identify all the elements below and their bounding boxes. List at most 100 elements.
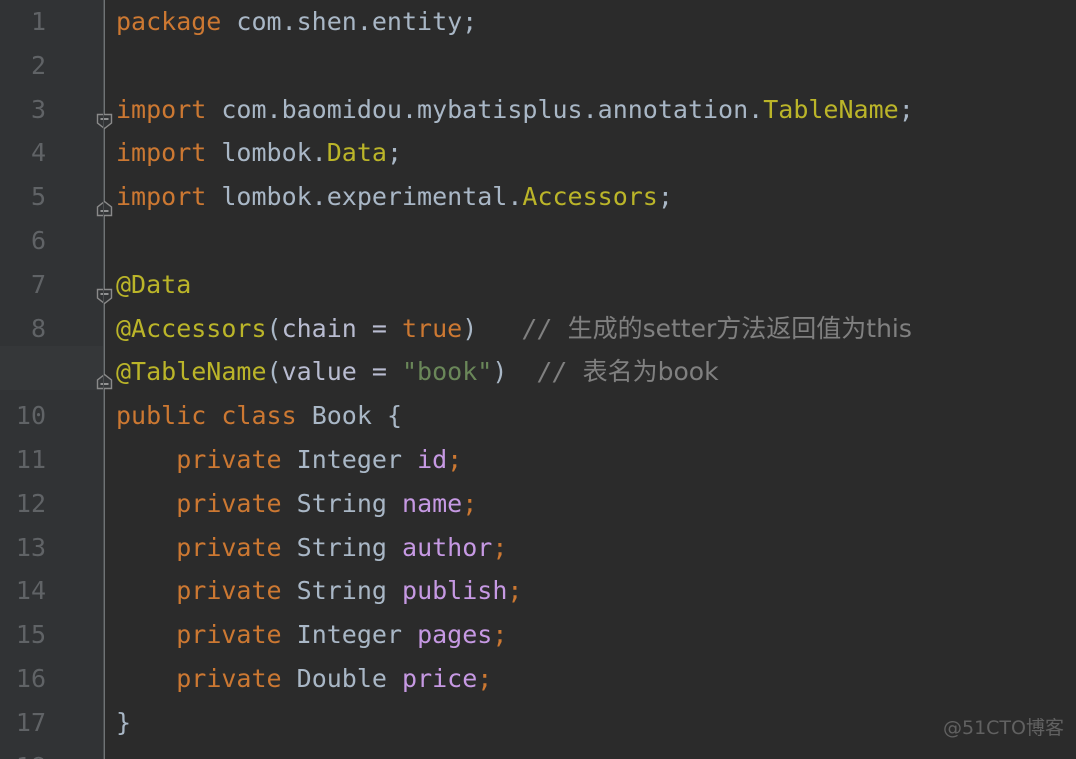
minus-square-pointed-up-icon [96,373,113,390]
token-gap [507,357,537,386]
fold-marker-line5[interactable] [96,187,113,217]
minus-square-pointed-up-icon [96,200,113,217]
token-type: Integer [296,620,402,650]
token-annotation-type: Accessors [522,182,658,212]
token-gap [477,314,522,343]
line-number-3: 3 [30,94,46,124]
token-import-path: com.baomidou.mybatisplus.annotation. [206,94,764,124]
code-line-4: import lombok.Data; [116,131,402,175]
token-paren-open: ( [266,357,282,387]
token-comment-text: 生成的setter方法返回值为this [567,313,912,343]
token-semicolon: ; [386,138,403,168]
fold-marker-line7[interactable] [96,275,113,305]
token-keyword-private: private [176,445,282,474]
line-number-6: 6 [30,226,46,255]
line-number-5: 5 [30,182,46,212]
token-keyword-public: public [116,401,207,431]
fold-marker-line9[interactable] [96,360,113,390]
token-keyword-private: private [176,620,282,650]
line-number-1: 1 [30,7,46,36]
token-semicolon: ; [477,664,493,693]
line-number-12: 12 [15,488,46,518]
line-number-18: 18 [0,745,46,759]
code-line-12: private String name; [116,482,477,526]
token-field-name: name [402,488,463,518]
token-semicolon: ; [898,94,914,124]
token-boolean-true: true [402,313,463,343]
token-keyword: import [116,138,207,168]
token-annotation-data: @Data [116,269,192,299]
token-semicolon: ; [657,182,673,212]
code-line-15: private Integer pages; [116,613,507,657]
code-line-5: import lombok.experimental.Accessors; [116,175,673,219]
token-type: String [296,576,387,606]
token-import-path: lombok. [206,138,327,168]
token-field-name: publish [402,576,508,606]
line-number-11: 11 [15,445,46,474]
token-paren-close: ) [492,357,508,387]
token-parameter-chain: chain [281,313,357,343]
code-folding-column[interactable] [96,0,120,759]
token-semicolon: ; [507,576,523,606]
token-type: Integer [296,445,402,474]
token-comment-slashes: // [537,357,583,387]
token-semicolon: ; [447,445,463,474]
token-annotation-tablename: @TableName [116,357,267,387]
line-number-14: 14 [15,576,46,606]
token-keyword-private: private [176,664,282,693]
token-import-path: lombok.experimental. [206,182,523,212]
token-type: String [296,532,387,562]
fold-marker-line3[interactable] [96,100,113,130]
token-field-name: price [402,664,478,693]
token-annotation-type: Data [326,138,387,168]
token-keyword-private: private [176,576,282,606]
code-line-9: @TableName(value = "book") // 表名为book [116,350,719,394]
code-editor[interactable]: 1 2 3 4 5 6 7 8 9 10 11 12 13 14 15 16 1… [0,0,1076,759]
token-brace-open: { [371,401,403,431]
token-semicolon: ; [462,488,478,518]
gutter-separator [103,0,104,759]
token-type: Double [296,664,387,693]
token-paren-open: ( [266,313,282,343]
editor-gutter[interactable]: 1 2 3 4 5 6 7 8 9 10 11 12 13 14 15 16 1… [0,0,104,759]
token-annotation-type: TableName [763,94,899,124]
line-number-13: 13 [15,532,46,562]
line-number-4: 4 [30,138,46,168]
token-comment-text: 表名为book [582,357,719,387]
token-string-book: "book" [402,357,493,387]
token-field-name: pages [417,620,493,650]
code-content[interactable]: package com.shen.entity; import com.baom… [104,0,1076,759]
code-line-3: import com.baomidou.mybatisplus.annotati… [116,88,914,132]
token-field-name: author [402,532,493,562]
code-line-8: @Accessors(chain = true) // 生成的setter方法返… [116,307,912,351]
line-number-16: 16 [15,664,46,693]
token-class-name: Book [311,401,372,431]
token-keyword: import [116,182,207,212]
token-keyword: package [116,7,222,36]
code-line-16: private Double price; [116,657,492,701]
code-line-10: public class Book { [116,394,402,438]
token-keyword: import [116,94,207,124]
minus-square-pointed-down-icon [96,288,113,305]
token-keyword-private: private [176,532,282,562]
code-line-7: @Data [116,263,191,307]
minus-square-pointed-down-icon [96,113,113,130]
token-semicolon: ; [492,532,508,562]
code-line-1: package com.shen.entity; [116,0,477,44]
token-annotation-accessors: @Accessors [116,313,267,343]
line-number-15: 15 [15,620,46,650]
code-line-13: private String author; [116,526,507,570]
